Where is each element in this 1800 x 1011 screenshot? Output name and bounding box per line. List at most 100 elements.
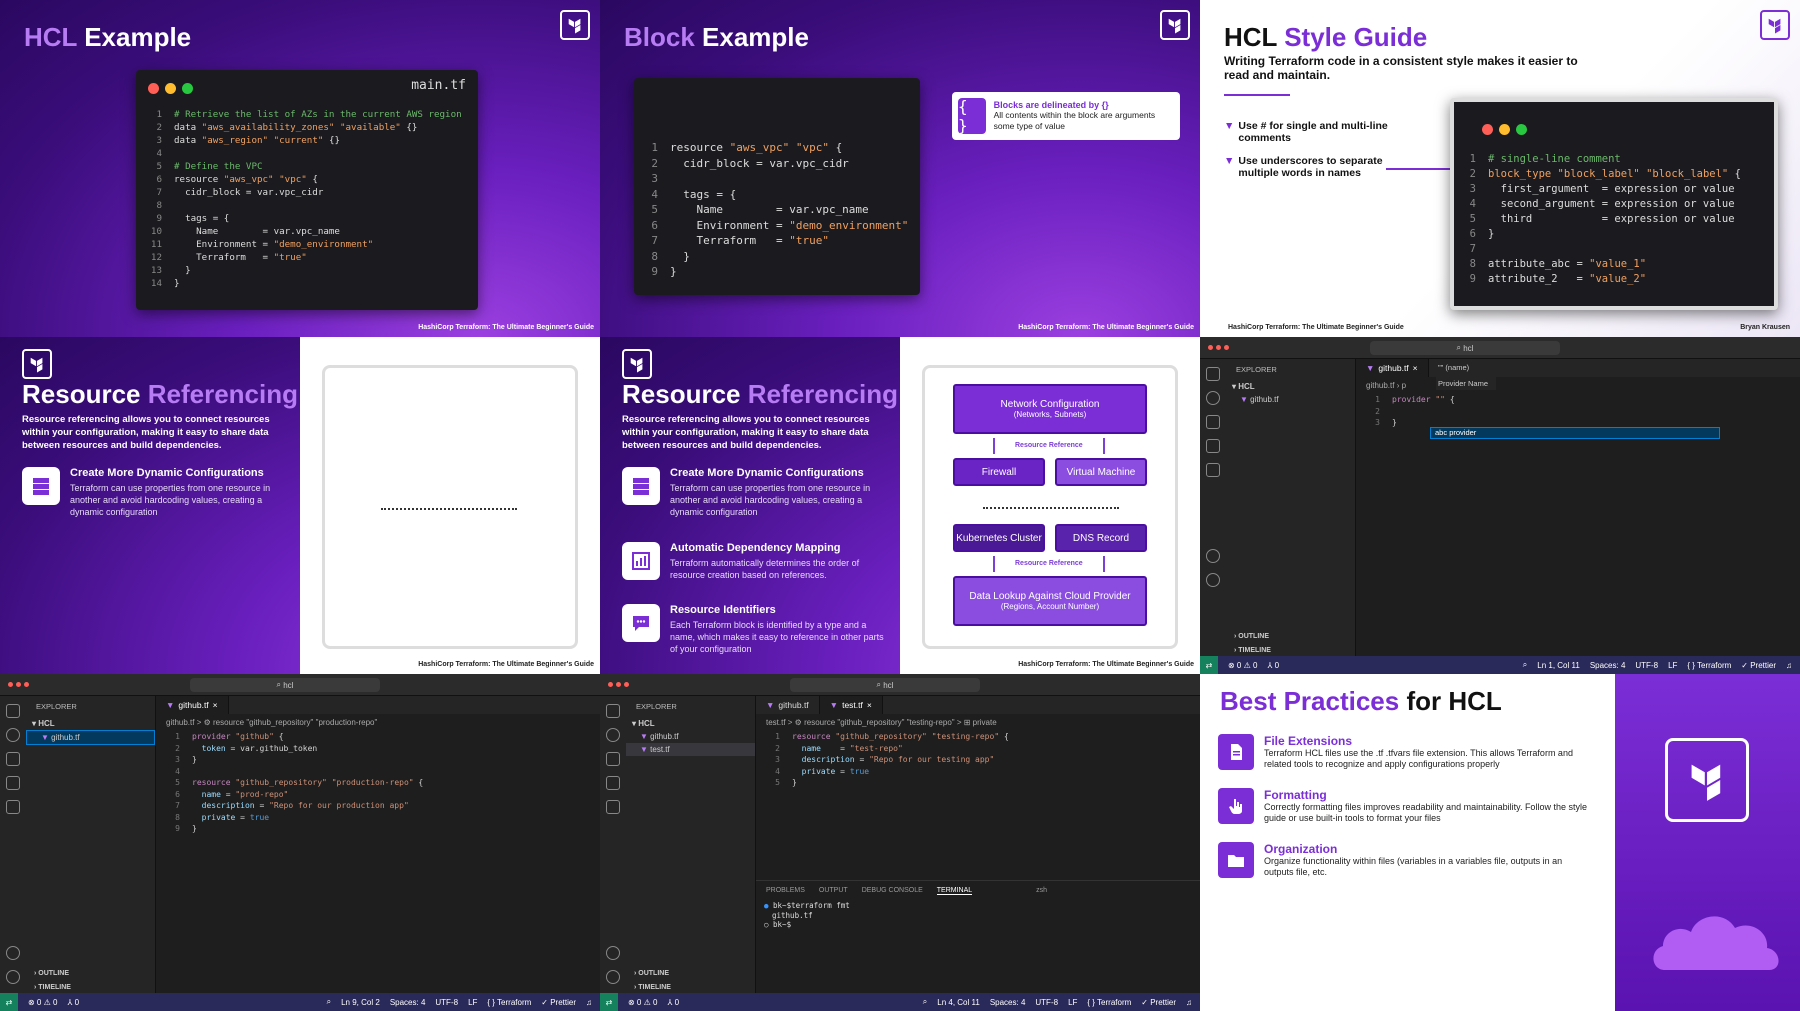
- close-dot-icon[interactable]: [8, 682, 13, 687]
- account-icon[interactable]: [6, 946, 20, 960]
- breadcrumb[interactable]: test.tf > ⚙ resource "github_repository"…: [756, 714, 1200, 731]
- tab-terminal[interactable]: TERMINAL: [936, 887, 973, 895]
- extensions-icon[interactable]: [1206, 463, 1220, 477]
- callout-desc: All contents within the block are argume…: [993, 110, 1156, 131]
- close-icon[interactable]: ×: [867, 700, 872, 710]
- code-line: 7: [1469, 243, 1476, 255]
- minimize-dot-icon[interactable]: [616, 682, 621, 687]
- search-icon[interactable]: [1206, 391, 1220, 405]
- gear-icon[interactable]: [1206, 573, 1220, 587]
- maximize-dot-icon[interactable]: [1224, 345, 1229, 350]
- account-icon[interactable]: [1206, 549, 1220, 563]
- dns-record-box: DNS Record: [1055, 524, 1147, 552]
- folder-hcl[interactable]: ▾ HCL: [26, 717, 155, 730]
- search-icon[interactable]: [6, 728, 20, 742]
- slide-best-practices: Best Practices for HCL File Extensions Te…: [1200, 674, 1800, 1011]
- tab-github-tf[interactable]: ▼ github.tf: [756, 696, 820, 714]
- terraform-icon[interactable]: [1206, 439, 1220, 453]
- code-line: 5 Name = var.vpc_name: [651, 203, 869, 216]
- explorer-icon[interactable]: [6, 704, 20, 718]
- bullet-comments: ▼ Use # for single and multi-line comment…: [1224, 120, 1388, 144]
- source-control-icon[interactable]: [606, 752, 620, 766]
- terraform-icon[interactable]: [6, 776, 20, 790]
- bell-icon[interactable]: ♫: [1786, 661, 1792, 670]
- bell-icon[interactable]: ♫: [1186, 998, 1192, 1007]
- code-editor[interactable]: 1 provider "" {2 3}: [1356, 394, 1800, 429]
- editor-area: ▼ github.tf × github.tf › p 1 provider "" {…: [1356, 359, 1800, 656]
- explorer-icon[interactable]: [1206, 367, 1220, 381]
- folder-hcl[interactable]: ▾ HCL: [1226, 380, 1355, 393]
- window-controls: [1482, 124, 1527, 135]
- zoom-icon[interactable]: ⌕: [1523, 660, 1527, 670]
- code-editor[interactable]: 1 resource "github_repository" "testing-r…: [756, 731, 1200, 789]
- search-icon[interactable]: [606, 728, 620, 742]
- code-line: 3}: [175, 755, 197, 764]
- suggestion-item[interactable]: abc provider: [1430, 427, 1720, 439]
- code-line: 6 Environment = "demo_environment": [651, 218, 909, 232]
- command-search[interactable]: ⌕ hcl: [1370, 341, 1560, 355]
- zoom-icon[interactable]: ⌕: [327, 997, 331, 1007]
- timeline-section[interactable]: › TIMELINE: [26, 982, 155, 993]
- breadcrumb[interactable]: github.tf > ⚙ resource "github_repositor…: [156, 714, 600, 731]
- cloud-icon: [1645, 890, 1800, 980]
- slide-footer: HashiCorp Terraform: The Ultimate Beginn…: [418, 324, 594, 331]
- code-line: 2 data "aws_availability_zones" "availabl…: [156, 122, 418, 133]
- file-github-tf[interactable]: ▼ github.tf: [1226, 393, 1355, 406]
- code-line: 1 # Retrieve the list of AZs in the curre…: [156, 109, 462, 120]
- remote-icon[interactable]: ⇄: [600, 993, 618, 1011]
- gear-icon[interactable]: [606, 970, 620, 984]
- terraform-icon[interactable]: [606, 776, 620, 790]
- code-line: 1 resource "github_repository" "testing-r…: [775, 732, 1009, 741]
- extensions-icon[interactable]: [606, 800, 620, 814]
- maximize-dot-icon[interactable]: [24, 682, 29, 687]
- folder-hcl[interactable]: ▾ HCL: [626, 717, 755, 730]
- outline-section[interactable]: › OUTLINE: [1226, 631, 1355, 642]
- command-search[interactable]: ⌕ hcl: [790, 678, 980, 692]
- explorer-icon[interactable]: [606, 704, 620, 718]
- file-github-tf[interactable]: ▼ github.tf: [626, 730, 755, 743]
- zoom-icon[interactable]: ⌕: [923, 997, 927, 1007]
- minimize-dot-icon[interactable]: [1216, 345, 1221, 350]
- source-control-icon[interactable]: [6, 752, 20, 766]
- tab-output[interactable]: OUTPUT: [819, 887, 848, 895]
- slide-subtitle: Writing Terraform code in a consistent s…: [1224, 54, 1578, 82]
- tab-problems[interactable]: PROBLEMS: [766, 887, 805, 895]
- close-icon[interactable]: ×: [213, 700, 218, 710]
- tab-github-tf[interactable]: ▼ github.tf ×: [156, 696, 229, 714]
- slide-footer: HashiCorp Terraform: The Ultimate Beginn…: [1228, 324, 1404, 331]
- gear-icon[interactable]: [6, 970, 20, 984]
- tab-debug-console[interactable]: DEBUG CONSOLE: [862, 887, 923, 895]
- minimize-dot-icon[interactable]: [16, 682, 21, 687]
- code-editor[interactable]: 1 provider "github" {2 token = var.github…: [156, 731, 600, 835]
- terminal-shell[interactable]: zsh: [1036, 887, 1047, 895]
- bell-icon[interactable]: ♫: [586, 998, 592, 1007]
- outline-section[interactable]: › OUTLINE: [26, 968, 155, 979]
- breadcrumb[interactable]: github.tf › p: [1356, 377, 1800, 394]
- file-test-tf[interactable]: ▼ test.tf: [626, 743, 755, 756]
- arrow-down-icon: [1103, 556, 1105, 572]
- code-block: 1 resource "aws_vpc" "vpc" {2 cidr_block …: [636, 140, 908, 280]
- file-github-tf[interactable]: ▼ github.tf: [26, 730, 155, 745]
- tab-github-tf[interactable]: ▼ github.tf ×: [1356, 359, 1429, 377]
- maximize-dot-icon[interactable]: [624, 682, 629, 687]
- extensions-icon[interactable]: [6, 800, 20, 814]
- code-line: 12 Terraform = "true": [150, 252, 307, 263]
- slide-author: Bryan Krausen: [1740, 324, 1790, 331]
- source-control-icon[interactable]: [1206, 415, 1220, 429]
- virtual-machine-box: Virtual Machine: [1055, 458, 1147, 486]
- tab-test-tf[interactable]: ▼ test.tf ×: [819, 696, 883, 714]
- terraform-file-icon: ▼: [640, 732, 648, 741]
- terminal-output[interactable]: ● bk~$terraform fmt github.tf ○ bk~$: [756, 901, 1200, 930]
- close-dot-icon[interactable]: [1208, 345, 1213, 350]
- close-dot-icon[interactable]: [608, 682, 613, 687]
- command-search[interactable]: ⌕ hcl: [190, 678, 380, 692]
- timeline-section[interactable]: › TIMELINE: [1226, 645, 1355, 656]
- slide-grid: HCL Example main.tf 1 # Retrieve the list…: [0, 0, 1800, 1011]
- outline-section[interactable]: › OUTLINE: [626, 968, 755, 979]
- timeline-section[interactable]: › TIMELINE: [626, 982, 755, 993]
- close-icon[interactable]: ×: [1413, 363, 1418, 373]
- remote-icon[interactable]: ⇄: [0, 993, 18, 1011]
- suggest-hint: Provider Name: [1436, 377, 1496, 390]
- account-icon[interactable]: [606, 946, 620, 960]
- remote-icon[interactable]: ⇄: [1200, 656, 1218, 674]
